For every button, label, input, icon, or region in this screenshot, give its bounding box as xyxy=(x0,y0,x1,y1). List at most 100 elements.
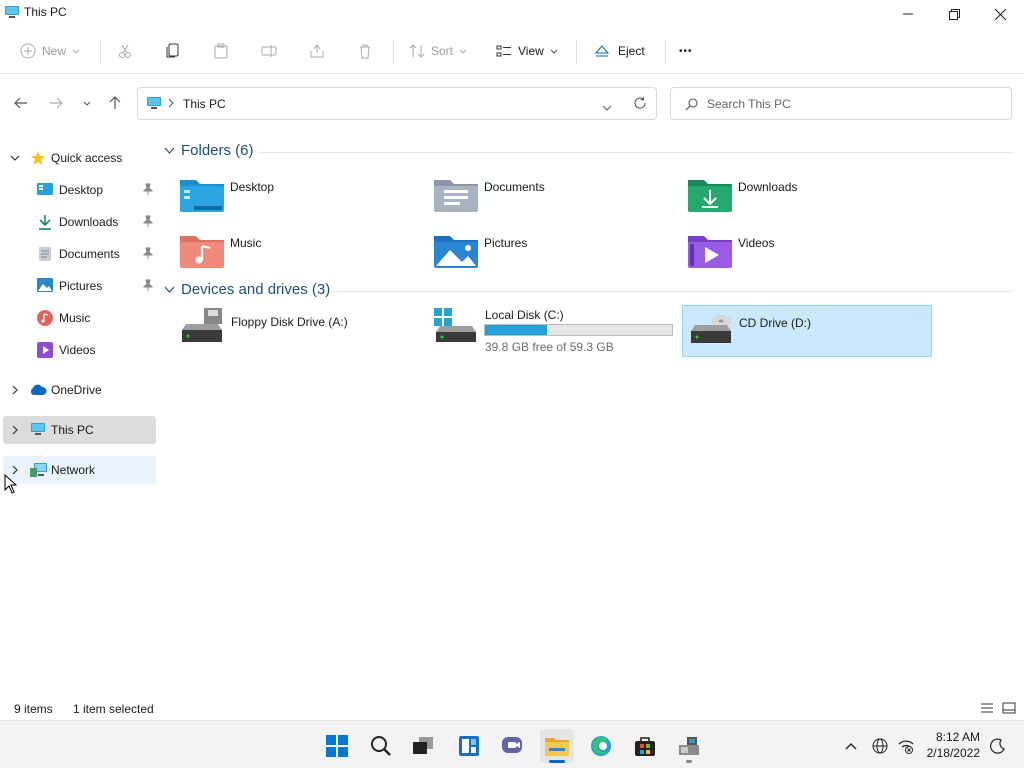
folder-label: Music xyxy=(230,236,262,250)
forward-button[interactable] xyxy=(45,92,67,114)
drive-tile-floppy[interactable]: Floppy Disk Drive (A:) xyxy=(160,305,410,357)
search-box[interactable] xyxy=(670,87,1012,120)
view-button[interactable]: View xyxy=(496,38,558,64)
more-icon: ••• xyxy=(679,45,693,57)
sidebar-item-onedrive[interactable]: OneDrive xyxy=(3,376,156,404)
chevron-down-icon[interactable] xyxy=(10,152,20,166)
rename-button[interactable] xyxy=(261,38,277,64)
divider xyxy=(665,40,666,64)
edge-button[interactable] xyxy=(584,729,618,763)
sidebar-item-videos[interactable]: Videos xyxy=(3,336,156,364)
sort-button[interactable]: Sort xyxy=(409,38,467,64)
search-button[interactable] xyxy=(364,729,398,763)
cut-button[interactable] xyxy=(117,38,133,64)
paste-icon xyxy=(214,43,228,59)
rename-icon xyxy=(261,45,277,57)
back-button[interactable] xyxy=(10,92,32,114)
clock[interactable]: 8:12 AM 2/18/2022 xyxy=(927,729,980,761)
sidebar-item-this-pc[interactable]: This PC xyxy=(3,416,156,444)
new-button[interactable]: New xyxy=(20,38,80,64)
address-dropdown-button[interactable] xyxy=(602,100,612,114)
sidebar-item-quick-access[interactable]: Quick access xyxy=(3,144,156,172)
folder-tile-desktop[interactable]: Desktop xyxy=(160,168,410,220)
paste-button[interactable] xyxy=(213,38,229,64)
copy-button[interactable] xyxy=(165,38,181,64)
file-explorer-taskbar-button[interactable] xyxy=(540,729,574,763)
folder-tile-pictures[interactable]: Pictures xyxy=(414,224,664,276)
navigation-pane: Quick access Desktop Downloads Documents… xyxy=(0,140,158,695)
notifications-button[interactable] xyxy=(984,729,1012,763)
chevron-right-icon[interactable] xyxy=(10,384,20,398)
see-more-button[interactable]: ••• xyxy=(679,38,693,64)
show-hidden-icons-button[interactable] xyxy=(836,729,866,763)
sidebar-item-documents[interactable]: Documents xyxy=(3,240,156,268)
task-view-button[interactable] xyxy=(406,729,440,763)
network-status-button[interactable] xyxy=(892,729,920,763)
installer-icon xyxy=(679,737,699,755)
content-pane: Folders (6) Desktop Documents Downloads xyxy=(160,132,1024,692)
store-icon xyxy=(635,737,655,756)
arrow-left-icon xyxy=(14,97,27,109)
search-icon xyxy=(371,736,391,756)
breadcrumb[interactable]: This PC xyxy=(183,97,226,111)
eject-icon xyxy=(594,45,610,57)
this-pc-icon xyxy=(30,422,46,439)
sidebar-item-network[interactable]: Network xyxy=(3,456,156,484)
chevron-right-icon[interactable] xyxy=(10,424,20,438)
tiles-view-button[interactable] xyxy=(1002,701,1016,718)
setup-app-button[interactable] xyxy=(672,729,706,763)
download-icon xyxy=(38,214,52,233)
sidebar-item-label: Downloads xyxy=(59,215,119,229)
divider xyxy=(332,291,1014,292)
restore-button[interactable] xyxy=(931,0,977,28)
eject-button[interactable]: Eject xyxy=(594,38,645,64)
divider xyxy=(393,40,394,64)
pictures-folder-icon xyxy=(434,232,478,271)
sidebar-item-label: Music xyxy=(59,311,91,325)
refresh-button[interactable] xyxy=(633,96,647,113)
drive-tile-cd[interactable]: CD Drive (D:) xyxy=(682,305,932,357)
address-bar[interactable]: This PC xyxy=(137,87,657,120)
sidebar-item-music[interactable]: Music xyxy=(3,304,156,332)
close-button[interactable] xyxy=(977,0,1023,28)
music-icon xyxy=(37,310,53,329)
edge-browser-icon xyxy=(591,736,611,756)
up-button[interactable] xyxy=(104,92,126,114)
pin-icon xyxy=(142,215,154,230)
arrow-right-icon xyxy=(50,97,63,109)
delete-button[interactable] xyxy=(357,38,373,64)
navigation-bar: This PC xyxy=(0,84,1024,124)
floppy-drive-icon xyxy=(180,308,224,347)
minimize-button[interactable] xyxy=(885,0,931,28)
drive-label: CD Drive (D:) xyxy=(739,316,811,330)
share-button[interactable] xyxy=(309,38,325,64)
folder-tile-videos[interactable]: Videos xyxy=(668,224,918,276)
folders-group-header[interactable]: Folders (6) xyxy=(164,142,254,159)
taskbar: 8:12 AM 2/18/2022 xyxy=(0,720,1024,768)
divider xyxy=(258,152,1014,153)
chevron-right-icon[interactable] xyxy=(168,97,174,111)
sidebar-item-desktop[interactable]: Desktop xyxy=(3,176,156,204)
language-button[interactable] xyxy=(866,729,894,763)
chat-button[interactable] xyxy=(496,729,530,763)
start-button[interactable] xyxy=(320,729,354,763)
folder-tile-music[interactable]: Music xyxy=(160,224,410,276)
folder-label: Documents xyxy=(484,180,545,194)
sidebar-item-downloads[interactable]: Downloads xyxy=(3,208,156,236)
disk-usage-fill xyxy=(485,325,547,335)
sort-icon xyxy=(409,44,425,58)
sidebar-item-pictures[interactable]: Pictures xyxy=(3,272,156,300)
folder-label: Desktop xyxy=(230,180,275,194)
sidebar-item-label: This PC xyxy=(51,423,94,437)
task-view-icon xyxy=(413,737,433,754)
search-input[interactable] xyxy=(707,95,997,113)
recent-locations-button[interactable] xyxy=(76,92,98,114)
drives-group-header[interactable]: Devices and drives (3) xyxy=(164,281,330,298)
folder-tile-documents[interactable]: Documents xyxy=(414,168,664,220)
folder-tile-downloads[interactable]: Downloads xyxy=(668,168,918,220)
store-button[interactable] xyxy=(628,729,662,763)
command-bar: New Sort View Eject ••• xyxy=(0,30,1024,74)
widgets-button[interactable] xyxy=(452,729,486,763)
details-view-button[interactable] xyxy=(980,701,994,718)
drive-tile-local-disk[interactable]: Local Disk (C:) 39.8 GB free of 59.3 GB xyxy=(414,305,673,357)
